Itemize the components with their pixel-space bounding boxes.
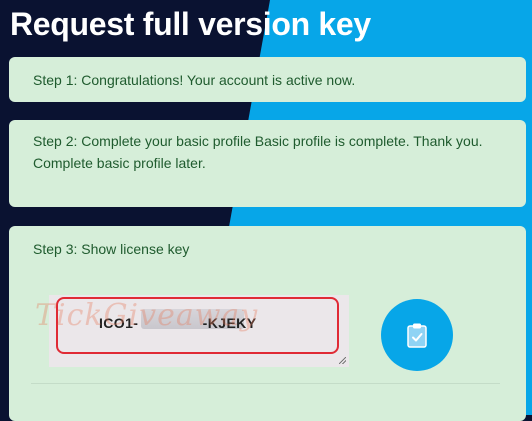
divider bbox=[31, 383, 500, 384]
clipboard-check-icon bbox=[407, 323, 427, 348]
step-3-text: Step 3: Show license key bbox=[33, 241, 190, 257]
license-key-field[interactable]: ICO1- -KJEKY TickGiveaway bbox=[35, 295, 349, 367]
license-key-highlight bbox=[56, 297, 339, 354]
page-title: Request full version key bbox=[10, 6, 371, 42]
step-2-text: Step 2: Complete your basic profile Basi… bbox=[33, 133, 483, 171]
step-2-card: Step 2: Complete your basic profile Basi… bbox=[9, 120, 526, 207]
step-1-card: Step 1: Congratulations! Your account is… bbox=[9, 57, 526, 102]
step-1-text: Step 1: Congratulations! Your account is… bbox=[33, 72, 356, 88]
resize-grip-icon[interactable] bbox=[339, 357, 346, 364]
step-3-card: Step 3: Show license key ICO1- -KJEKY Ti… bbox=[9, 226, 526, 421]
copy-license-button[interactable] bbox=[381, 299, 453, 371]
